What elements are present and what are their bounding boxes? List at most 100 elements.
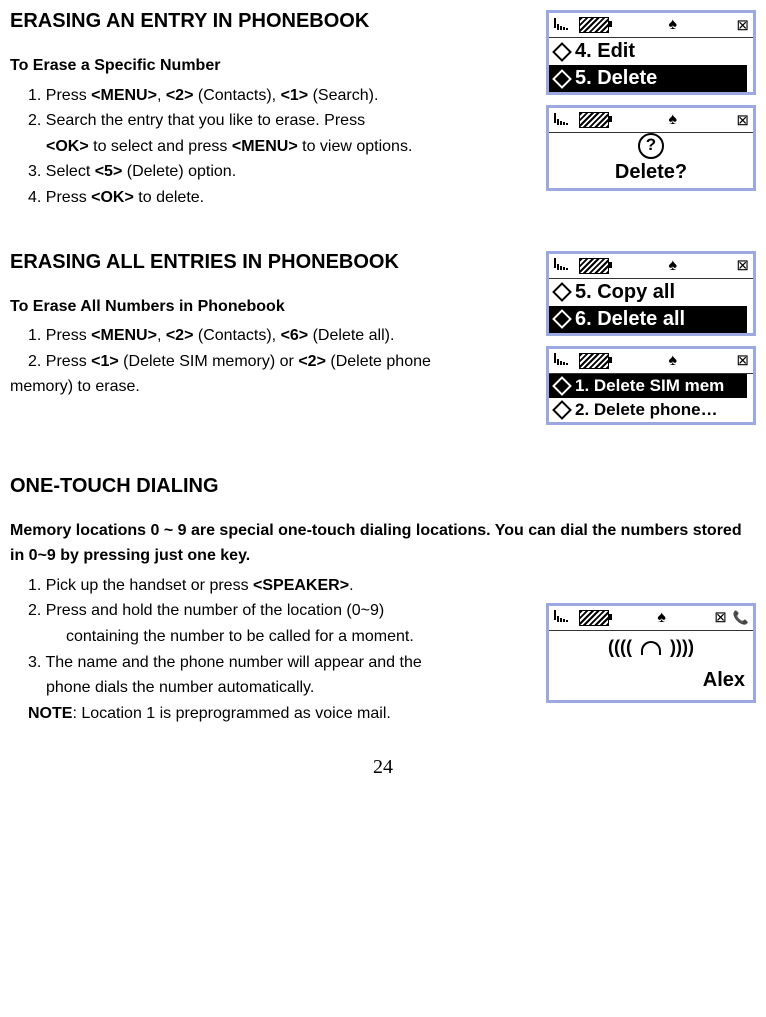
- list-item: 5. Copy all: [549, 279, 753, 306]
- list-item: 4. Edit: [549, 38, 753, 65]
- list-item-selected: 1. Delete SIM mem: [549, 374, 753, 398]
- key-ok: <OK>: [91, 189, 134, 206]
- signal-icon: [553, 351, 573, 370]
- step-line: phone dials the number automatically.: [10, 675, 528, 701]
- key-ok: <OK>: [46, 138, 89, 155]
- caller-name: Alex: [549, 664, 753, 700]
- envelope-icon: ⊠: [736, 258, 749, 273]
- envelope-icon: ⊠: [736, 113, 749, 128]
- text: (Contacts),: [193, 87, 280, 104]
- text: (Delete) option.: [122, 163, 236, 180]
- phone-screen-copy-deleteall: ♠ ⊠ 5. Copy all 6. Delete all: [546, 251, 756, 336]
- text-column: ERASING AN ENTRY IN PHONEBOOK To Erase a…: [10, 10, 528, 211]
- step-line: 1. Press <MENU>, <2> (Contacts), <6> (De…: [10, 323, 528, 349]
- text: 4. Press: [28, 189, 91, 206]
- subheading: To Erase All Numbers in Phonebook: [10, 294, 528, 320]
- screen-body: ? Delete?: [549, 133, 753, 188]
- list-item-selected: 6. Delete all: [549, 306, 753, 333]
- status-bar: ♠ ⊠: [549, 108, 753, 133]
- content-body: To Erase All Numbers in Phonebook 1. Pre…: [10, 294, 528, 400]
- envelope-icon: ⊠: [736, 18, 749, 33]
- heading-erase-entry: ERASING AN ENTRY IN PHONEBOOK: [10, 10, 528, 33]
- status-bar: ♠ ⊠: [549, 13, 753, 38]
- list-label: 6. Delete all: [575, 308, 685, 331]
- text: 1. Press: [28, 327, 91, 344]
- key-1: <1>: [281, 87, 309, 104]
- screen-body: 5. Copy all 6. Delete all: [549, 279, 753, 333]
- text: 3. Select: [28, 163, 95, 180]
- text: (Delete phone: [326, 353, 431, 370]
- list-item: 2. Delete phone…: [549, 398, 753, 422]
- note-line: NOTE: Location 1 is preprogrammed as voi…: [10, 701, 528, 727]
- note-text: : Location 1 is preprogrammed as voice m…: [72, 705, 390, 722]
- speaker-icon: 📞: [733, 611, 749, 624]
- step-line: containing the number to be called for a…: [10, 624, 528, 650]
- key-speaker: <SPEAKER>: [253, 577, 349, 594]
- key-5: <5>: [95, 163, 123, 180]
- list-label: 5. Delete: [575, 67, 657, 90]
- heading-one-touch: ONE-TOUCH DIALING: [10, 475, 756, 498]
- status-bar: ♠ ⊠: [549, 349, 753, 374]
- status-left: [553, 111, 609, 130]
- status-left: [553, 16, 609, 35]
- signal-icon: [553, 16, 573, 35]
- key-2: <2>: [166, 87, 194, 104]
- text-column: ERASING ALL ENTRIES IN PHONEBOOK To Eras…: [10, 251, 528, 400]
- battery-icon: [579, 258, 609, 274]
- hourglass-icon: [552, 309, 572, 329]
- status-left: [553, 605, 609, 631]
- bell-icon: ♠: [668, 258, 677, 274]
- text: 1. Press: [28, 87, 91, 104]
- status-right: ⊠ 📞: [714, 610, 749, 625]
- screen-body: 1. Delete SIM mem 2. Delete phone…: [549, 374, 753, 422]
- status-left: [553, 256, 609, 275]
- step-line: <OK> to select and press <MENU> to view …: [10, 134, 528, 160]
- key-2: <2>: [298, 353, 326, 370]
- content-body: To Erase a Specific Number 1. Press <MEN…: [10, 53, 528, 211]
- text: to view options.: [298, 138, 413, 155]
- text-column: 1. Pick up the handset or press <SPEAKER…: [10, 573, 528, 727]
- phone-screen-edit-delete: ♠ ⊠ 4. Edit 5. Delete: [546, 10, 756, 95]
- text: ,: [157, 87, 166, 104]
- step-line: 4. Press <OK> to delete.: [10, 185, 528, 211]
- hourglass-icon: [552, 400, 572, 420]
- screens-column: ♠ ⊠ 📞 (((( )))) Alex: [546, 573, 756, 703]
- screen-body: (((( )))) Alex: [549, 631, 753, 700]
- step-line: 1. Press <MENU>, <2> (Contacts), <1> (Se…: [10, 83, 528, 109]
- key-menu: <MENU>: [91, 327, 157, 344]
- key-menu: <MENU>: [91, 87, 157, 104]
- phone-screen-delete-options: ♠ ⊠ 1. Delete SIM mem 2. Delete phone…: [546, 346, 756, 425]
- bell-icon: ♠: [668, 112, 677, 128]
- step-line: 3. Select <5> (Delete) option.: [10, 159, 528, 185]
- signal-icon: [553, 256, 573, 275]
- phone-screen-calling: ♠ ⊠ 📞 (((( )))) Alex: [546, 603, 756, 703]
- list-item-selected: 5. Delete: [549, 65, 753, 92]
- status-left: [553, 351, 609, 370]
- list-label: 5. Copy all: [575, 281, 675, 304]
- hourglass-icon: [552, 69, 572, 89]
- text: to select and press: [89, 138, 232, 155]
- step-line: 1. Pick up the handset or press <SPEAKER…: [10, 573, 528, 599]
- note-label: NOTE: [28, 705, 72, 722]
- key-6: <6>: [281, 327, 309, 344]
- battery-icon: [579, 112, 609, 128]
- key-2: <2>: [166, 327, 194, 344]
- handset-icon: [641, 641, 661, 655]
- confirm-text: Delete?: [549, 159, 753, 184]
- step-line: 2. Press and hold the number of the loca…: [10, 598, 528, 624]
- bell-icon: ♠: [657, 610, 666, 626]
- envelope-icon: ⊠: [714, 610, 727, 625]
- hourglass-icon: [552, 42, 572, 62]
- list-label: 2. Delete phone…: [575, 400, 718, 420]
- step-line: 2. Press <1> (Delete SIM memory) or <2> …: [10, 349, 528, 375]
- content-body: Memory locations 0 ~ 9 are special one-t…: [10, 518, 756, 727]
- bell-icon: ♠: [668, 353, 677, 369]
- envelope-icon: ⊠: [736, 353, 749, 368]
- signal-icon: [553, 605, 573, 631]
- text: .: [349, 577, 353, 594]
- heading-erase-all: ERASING ALL ENTRIES IN PHONEBOOK: [10, 251, 528, 274]
- battery-icon: [579, 353, 609, 369]
- section-erase-all: ERASING ALL ENTRIES IN PHONEBOOK To Eras…: [10, 251, 756, 425]
- step-line: memory) to erase.: [10, 374, 528, 400]
- text: 1. Pick up the handset or press: [28, 577, 253, 594]
